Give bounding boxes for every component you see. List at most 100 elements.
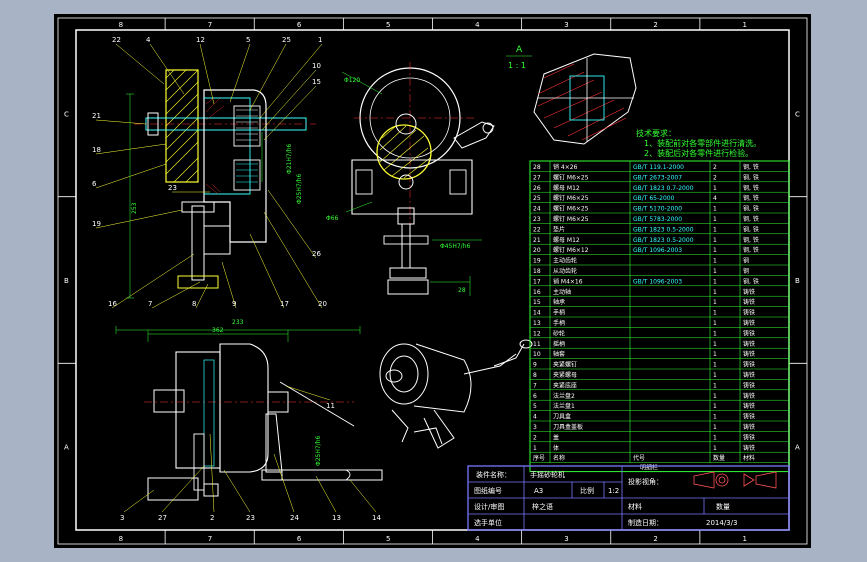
table-cell: 3 bbox=[533, 424, 537, 431]
zone-label-top: 8 bbox=[119, 21, 123, 29]
bottom-dimensions bbox=[115, 326, 361, 342]
leader-line bbox=[95, 143, 167, 155]
part-balloon: 15 bbox=[312, 78, 321, 86]
dim-phi66: Φ66 bbox=[326, 215, 339, 222]
table-cell: GB/T 5170-2000 bbox=[633, 206, 682, 213]
zone-label-bottom: 1 bbox=[742, 535, 746, 543]
table-cell: GB/T 65-2000 bbox=[633, 195, 675, 202]
table-cell: 1 bbox=[713, 434, 717, 441]
wheel-body-bottom bbox=[175, 351, 221, 469]
table-cell: 钢, 铁 bbox=[743, 163, 759, 171]
tb-scale-value: 1:2 bbox=[608, 487, 619, 495]
part-balloon: 23 bbox=[168, 184, 177, 192]
table-cell: 10 bbox=[533, 351, 541, 358]
table-cell: 1 bbox=[713, 278, 717, 285]
zone-label-bottom: 3 bbox=[564, 535, 568, 543]
table-cell: 钢, 铁 bbox=[743, 194, 759, 202]
table-cell: 刀具盒 bbox=[553, 413, 571, 421]
table-cell: 14 bbox=[533, 310, 541, 317]
part-balloon: 21 bbox=[92, 112, 101, 120]
zone-label-right: A bbox=[795, 444, 800, 452]
zone-label-bottom: 7 bbox=[208, 535, 212, 543]
table-cell: 法兰盘1 bbox=[553, 402, 575, 410]
tb-drawing-no-value: A3 bbox=[534, 487, 543, 495]
tb-projection-label: 投影视角： bbox=[628, 477, 663, 486]
tb-designer: 梓之语 bbox=[532, 502, 553, 511]
part-balloon: 12 bbox=[196, 36, 205, 44]
table-cell: 手柄 bbox=[553, 309, 565, 317]
table-cell: 1 bbox=[713, 258, 717, 265]
dim-28: 28 bbox=[458, 287, 466, 294]
table-footer: 明细栏 bbox=[640, 464, 658, 472]
table-cell: 9 bbox=[533, 362, 537, 369]
tb-date-label: 制造日期： bbox=[628, 518, 663, 527]
dim-362: 362 bbox=[212, 327, 224, 334]
table-cell: 刀具盒盖板 bbox=[553, 423, 583, 431]
table-cell: 钢 bbox=[743, 257, 749, 265]
isometric-view bbox=[379, 339, 533, 449]
table-cell: 螺母 M12 bbox=[553, 236, 580, 244]
zone-label-top: 6 bbox=[297, 21, 302, 29]
table-cell: 铸铁 bbox=[743, 298, 755, 306]
table-cell: 1 bbox=[713, 310, 717, 317]
housing-outline bbox=[203, 89, 267, 243]
table-cell: 体 bbox=[553, 444, 559, 452]
table-cell: 铸铁 bbox=[743, 340, 755, 348]
part-balloon: 17 bbox=[280, 300, 289, 308]
table-cell: 1 bbox=[533, 445, 537, 452]
table-cell: 15 bbox=[533, 299, 541, 306]
table-cell: 1 bbox=[713, 393, 717, 400]
table-cell: 铸铁 bbox=[743, 361, 755, 369]
tb-material-label: 材料 bbox=[628, 502, 642, 511]
part-balloon: 19 bbox=[92, 220, 101, 228]
table-cell: 18 bbox=[533, 268, 541, 275]
table-cell: 夹紧螺钉 bbox=[553, 361, 577, 369]
table-cell: GB/T 1823 0.5-2000 bbox=[633, 226, 694, 233]
leader-line bbox=[229, 43, 251, 103]
tb-unit-label: 选手单位 bbox=[474, 518, 502, 527]
leader-line bbox=[263, 85, 317, 141]
table-cell: 铸铁 bbox=[743, 288, 755, 296]
table-cell: 28 bbox=[533, 164, 541, 171]
bottom-view bbox=[144, 343, 383, 501]
table-cell: 1 bbox=[713, 237, 717, 244]
table-cell: 1 bbox=[713, 403, 717, 410]
zone-label-left: C bbox=[64, 110, 69, 118]
zone-label-top: 1 bbox=[742, 21, 746, 29]
part-balloon: 22 bbox=[112, 36, 121, 44]
table-cell: 主动轴 bbox=[553, 288, 571, 296]
table-cell: 1 bbox=[713, 247, 717, 254]
table-cell: 1 bbox=[713, 445, 717, 452]
table-cell: 钢, 铁 bbox=[743, 225, 759, 233]
table-cell: 螺钉 M6×25 bbox=[553, 173, 589, 181]
leader-line bbox=[249, 43, 287, 111]
table-cell: 铸铁 bbox=[743, 309, 755, 317]
projection-symbol-icon bbox=[693, 471, 777, 489]
bottom-leaders bbox=[123, 385, 377, 513]
part-balloon: 2 bbox=[210, 514, 214, 522]
table-cell: GB/T 1096-2003 bbox=[633, 247, 682, 254]
leader-line bbox=[149, 43, 185, 95]
table-cell: 4 bbox=[533, 414, 537, 421]
table-cell: 铸铁 bbox=[743, 381, 755, 389]
leader-line bbox=[223, 469, 251, 513]
dim-phi25: Φ25H7/h6 bbox=[296, 173, 303, 204]
zone-label-bottom: 2 bbox=[653, 535, 657, 543]
zone-label-top: 4 bbox=[475, 21, 480, 29]
tb-drawing-no-label: 图纸编号 bbox=[474, 486, 502, 495]
tech-note-2: 2、装配后对各零件进行检验。 bbox=[644, 148, 753, 158]
tb-quantity-label: 数量 bbox=[716, 502, 730, 511]
leader-line bbox=[209, 433, 215, 513]
tb-date-value: 2014/3/3 bbox=[706, 519, 737, 527]
dim-phi120: Φ120 bbox=[344, 77, 360, 84]
leader-line bbox=[315, 475, 337, 513]
bottom-balloons: 3 27 2 23 24 13 14 11 bbox=[120, 402, 381, 522]
table-cell: 夹紧底座 bbox=[553, 381, 577, 389]
table-cell: 23 bbox=[533, 216, 541, 223]
table-cell: GB/T 5783-2000 bbox=[633, 216, 682, 223]
leader-line bbox=[123, 489, 155, 513]
table-cell: 铸铁 bbox=[743, 371, 755, 379]
table-cell: GB/T 2673-2007 bbox=[633, 174, 682, 181]
zone-label-top: 3 bbox=[564, 21, 568, 29]
drawing-sheet: 8765432187654321CBACBA 22 4 12 5 25 1 10… bbox=[54, 14, 811, 548]
